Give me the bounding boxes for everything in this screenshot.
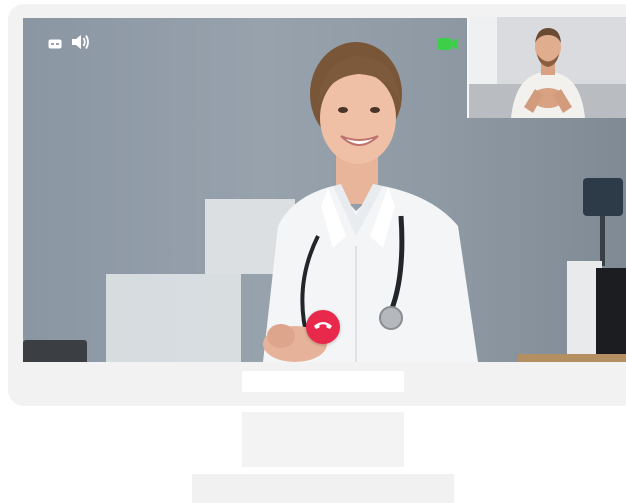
background-monitor: [106, 274, 241, 362]
background-lamp: [583, 178, 623, 216]
caption-bar: [242, 371, 404, 392]
background-desk: [518, 354, 626, 362]
remote-participant-video: [263, 42, 478, 362]
local-participant-video: [511, 28, 585, 118]
background-laptop: [23, 340, 87, 362]
captions-icon[interactable]: [48, 36, 62, 54]
video-camera-icon[interactable]: [438, 37, 458, 56]
monitor-base: [192, 474, 454, 503]
background-lamp-stand: [600, 216, 605, 266]
hang-up-phone-icon: [313, 318, 333, 336]
end-call-button[interactable]: [306, 310, 340, 344]
monitor-stand: [242, 412, 404, 467]
speaker-icon[interactable]: [71, 33, 91, 56]
call-controls-top: [48, 33, 91, 56]
self-view-video[interactable]: [467, 17, 626, 118]
background-cabinet-dark: [596, 268, 626, 354]
